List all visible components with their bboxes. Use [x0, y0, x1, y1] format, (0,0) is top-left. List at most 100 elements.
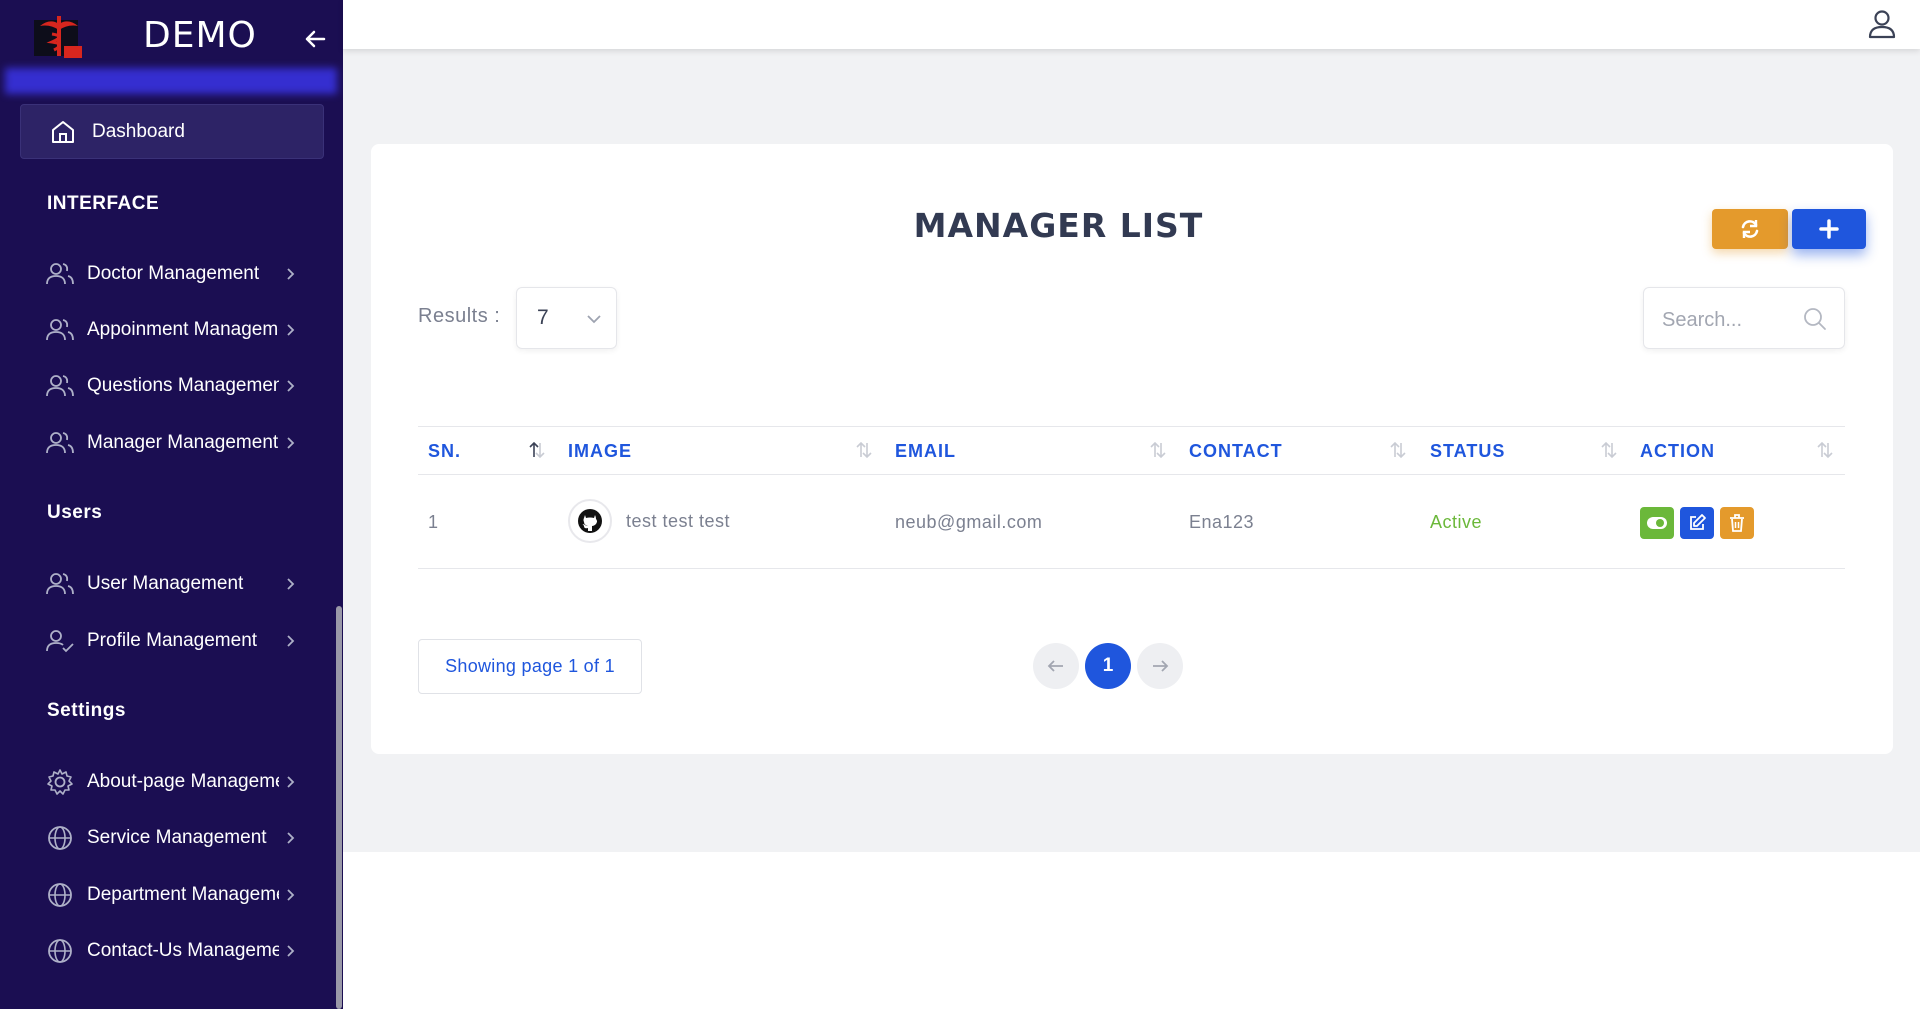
sidebar-item-label: Service Management: [87, 827, 267, 848]
sidebar-item-label: Contact-Us Management: [87, 940, 279, 961]
status-badge: Active: [1430, 512, 1483, 532]
sidebar-item-appoinment-management[interactable]: Appoinment Management: [45, 310, 297, 350]
sidebar-item-label: Profile Management: [87, 630, 258, 651]
home-icon: [52, 120, 74, 143]
table-header: SN. IMAGE EMAIL CONTACT STATUS ACTION: [418, 426, 1845, 475]
chevron-right-icon: [287, 889, 295, 901]
gear-icon: [47, 769, 73, 795]
next-page-button[interactable]: [1137, 643, 1183, 689]
sidebar-item-about-page-management[interactable]: About-page Management: [45, 762, 297, 802]
sidebar-item-department-management[interactable]: Department Management: [45, 875, 297, 915]
avatar: [568, 499, 612, 543]
chevron-right-icon: [287, 832, 295, 844]
cell-sn: 1: [428, 512, 439, 532]
sidebar-scrollbar[interactable]: [336, 606, 342, 1009]
sort-icon[interactable]: [1149, 440, 1167, 460]
sidebar-item-label: About-page Management: [87, 771, 279, 792]
results-label: Results :: [418, 305, 501, 327]
arrow-right-icon: [1153, 660, 1169, 672]
globe-icon: [48, 883, 72, 907]
globe-icon: [48, 826, 72, 850]
plus-icon: [1819, 219, 1839, 239]
chevron-right-icon: [287, 437, 295, 449]
brand-name: DEMO: [143, 15, 257, 56]
sort-icon[interactable]: [1389, 440, 1407, 460]
page-title: MANAGER LIST: [913, 206, 1204, 245]
sidebar-item-contact-us-management[interactable]: Contact-Us Management: [45, 931, 297, 971]
sort-icon[interactable]: [1816, 440, 1834, 460]
search-box: [1643, 287, 1845, 349]
edit-button[interactable]: [1680, 507, 1714, 539]
globe-icon: [48, 939, 72, 963]
blurred-banner: [5, 68, 337, 94]
arrow-left-icon: [1047, 660, 1063, 672]
sidebar-item-dashboard[interactable]: Dashboard: [20, 104, 324, 159]
results-per-page-select[interactable]: 7: [516, 287, 617, 349]
sidebar-item-profile-management[interactable]: Profile Management: [45, 621, 297, 661]
search-icon[interactable]: [1802, 306, 1828, 332]
view-button[interactable]: [1640, 507, 1674, 539]
manager-list-card: MANAGER LIST Results : 7 SN. IMAGE EMAIL…: [371, 144, 1893, 754]
sidebar-item-label: Dashboard: [92, 120, 185, 142]
chevron-right-icon: [287, 380, 295, 392]
users-icon: [46, 375, 74, 397]
sidebar-item-label: Department Management: [87, 884, 279, 905]
sidebar-item-label: Appoinment Management: [87, 319, 279, 340]
chevron-right-icon: [287, 268, 295, 280]
sidebar: DEMO Dashboard INTERFACE Doctor Manageme…: [0, 0, 343, 1009]
chevron-down-icon: [587, 315, 601, 324]
sidebar-item-label: Manager Management: [87, 432, 279, 453]
add-manager-button[interactable]: [1792, 209, 1866, 249]
sidebar-item-label: Doctor Management: [87, 263, 260, 284]
trash-icon: [1730, 514, 1744, 532]
chevron-right-icon: [287, 635, 295, 647]
sidebar-item-manager-management[interactable]: Manager Management: [45, 423, 297, 463]
github-icon: [578, 509, 602, 533]
search-input[interactable]: [1662, 306, 1802, 334]
chevron-right-icon: [287, 776, 295, 788]
sidebar-item-label: Questions Management: [87, 375, 279, 396]
manager-table: SN. IMAGE EMAIL CONTACT STATUS ACTION 1 …: [418, 426, 1845, 569]
sidebar-item-user-management[interactable]: User Management: [45, 564, 297, 604]
user-check-icon: [46, 630, 74, 653]
sort-icon[interactable]: [1600, 440, 1618, 460]
column-header-status[interactable]: STATUS: [1430, 441, 1505, 462]
users-icon: [46, 319, 74, 341]
brand-logo-icon: [34, 16, 82, 58]
edit-icon: [1690, 514, 1706, 530]
top-header: [343, 0, 1920, 49]
previous-page-button[interactable]: [1033, 643, 1079, 689]
column-header-action[interactable]: ACTION: [1640, 441, 1715, 462]
sidebar-item-doctor-management[interactable]: Doctor Management: [45, 254, 297, 294]
column-header-image[interactable]: IMAGE: [568, 441, 632, 462]
chevron-right-icon: [287, 945, 295, 957]
page-number-button[interactable]: 1: [1085, 643, 1131, 689]
collapse-sidebar-icon[interactable]: [302, 26, 328, 52]
column-header-email[interactable]: EMAIL: [895, 441, 956, 462]
users-icon: [46, 432, 74, 454]
table-row: 1 test test test neub@gmail.com Ena123 A…: [418, 475, 1845, 569]
cell-contact: Ena123: [1189, 512, 1255, 532]
users-icon: [46, 573, 74, 595]
column-header-contact[interactable]: CONTACT: [1189, 441, 1283, 462]
page-info: Showing page 1 of 1: [418, 639, 642, 694]
section-title-interface: INTERFACE: [47, 193, 160, 214]
delete-button[interactable]: [1720, 507, 1754, 539]
user-profile-icon[interactable]: [1866, 8, 1898, 40]
sort-asc-icon[interactable]: [528, 440, 546, 460]
section-title-settings: Settings: [47, 700, 126, 721]
sidebar-item-service-management[interactable]: Service Management: [45, 818, 297, 858]
refresh-icon: [1741, 220, 1759, 238]
refresh-button[interactable]: [1712, 209, 1788, 249]
chevron-right-icon: [287, 324, 295, 336]
results-per-page-value: 7: [537, 306, 549, 329]
sidebar-item-questions-management[interactable]: Questions Management: [45, 366, 297, 406]
sort-icon[interactable]: [855, 440, 873, 460]
cell-email: neub@gmail.com: [895, 512, 1043, 532]
column-header-sn[interactable]: SN.: [428, 441, 461, 462]
cell-name: test test test: [626, 511, 731, 531]
chevron-right-icon: [287, 578, 295, 590]
section-title-users: Users: [47, 502, 103, 523]
users-icon: [46, 263, 74, 285]
brand: DEMO: [0, 0, 343, 74]
